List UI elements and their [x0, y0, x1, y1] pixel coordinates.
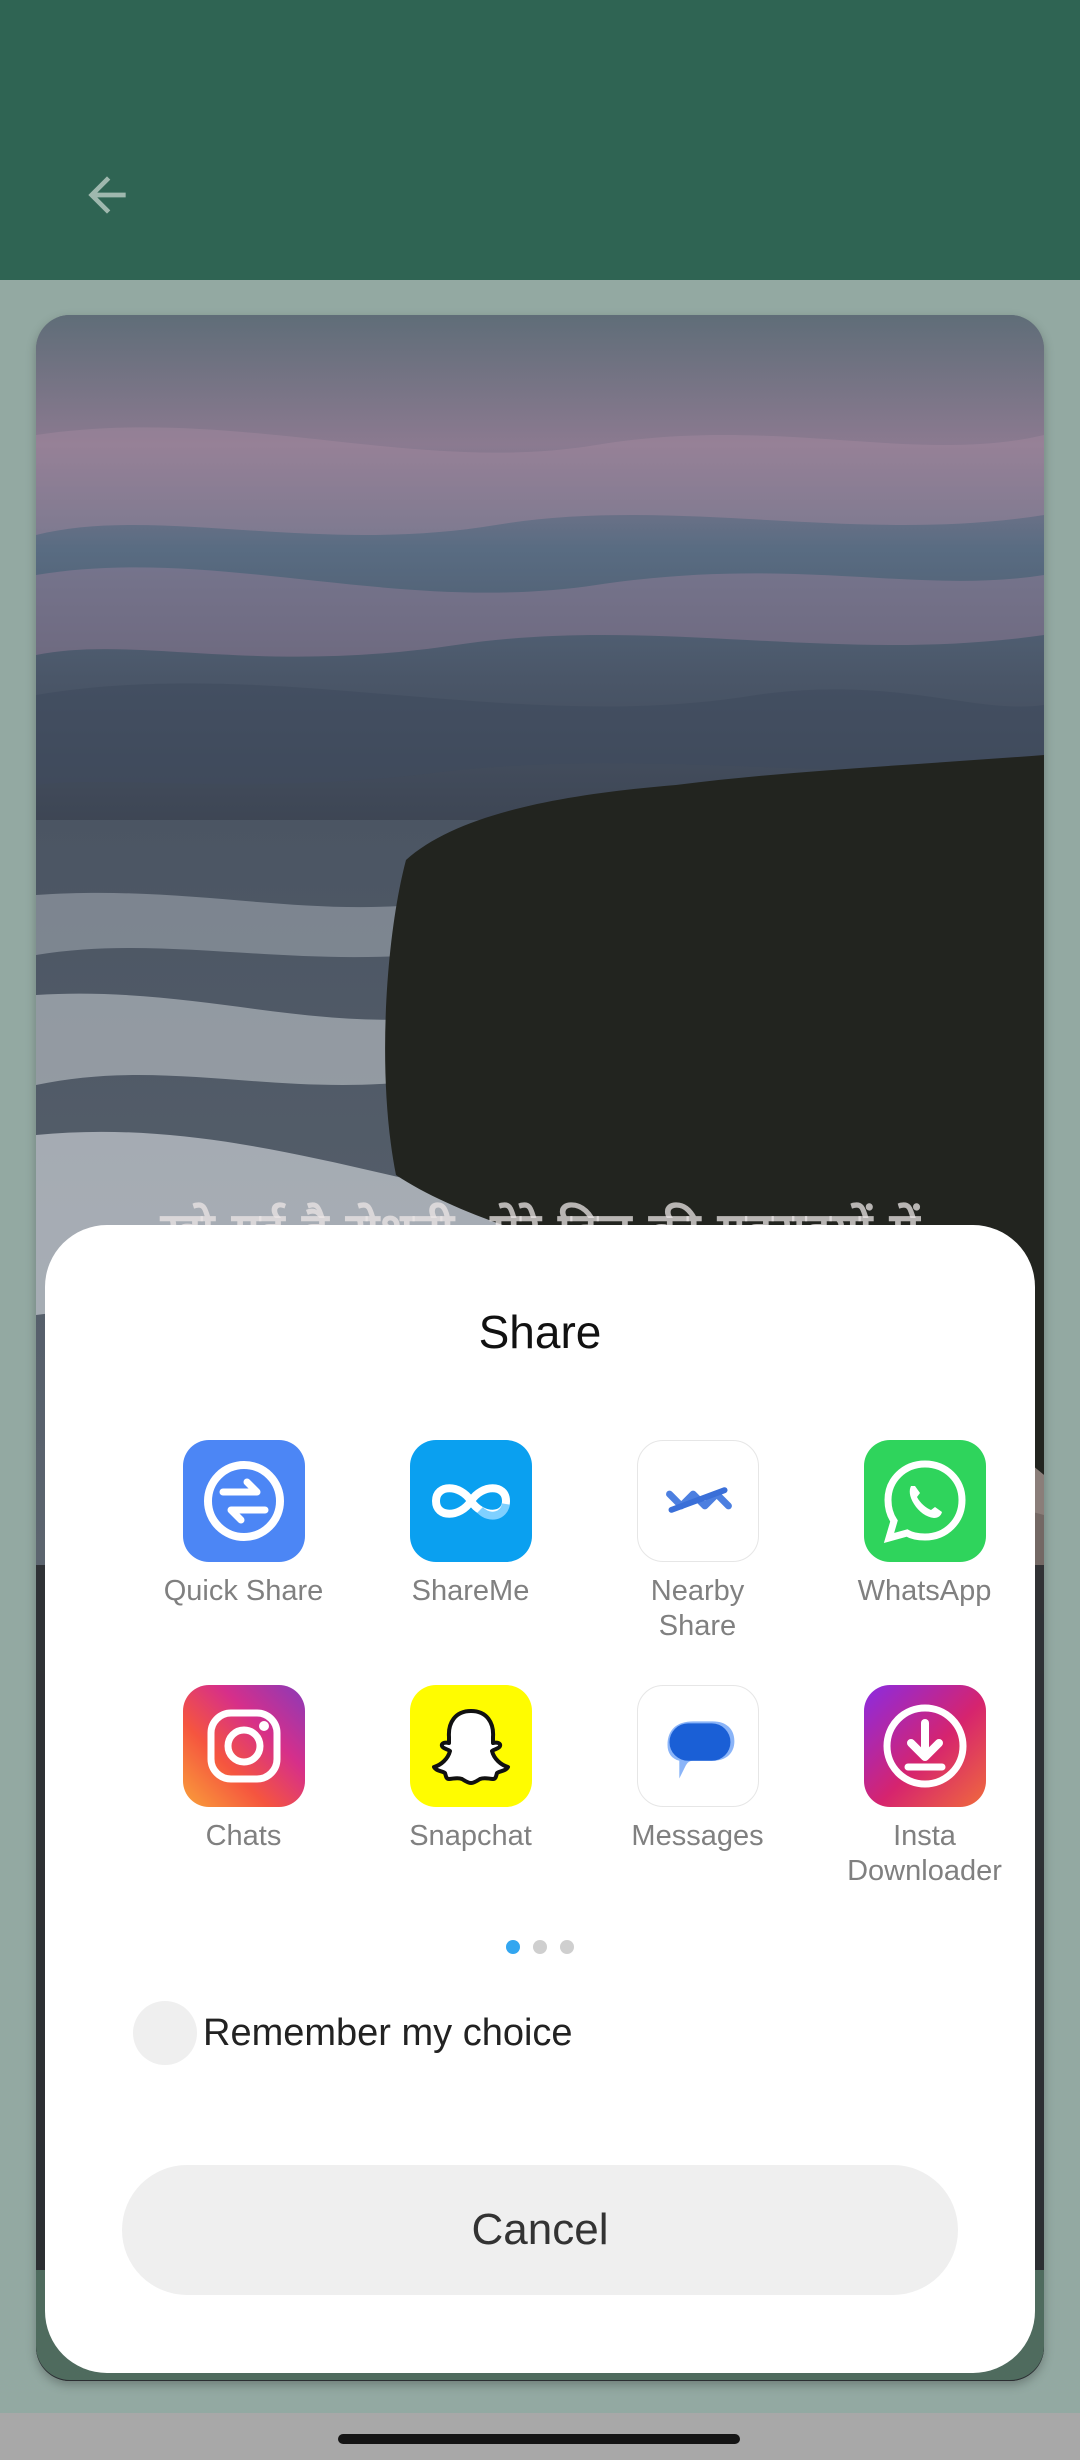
- app-chats[interactable]: Chats: [130, 1685, 357, 1854]
- nearby-share-icon: [636, 1440, 759, 1562]
- cancel-button[interactable]: Cancel: [122, 2165, 958, 2295]
- app-label: Quick Share: [163, 1575, 324, 1607]
- app-bar: [0, 0, 1080, 280]
- app-messages[interactable]: Messages: [584, 1685, 811, 1854]
- app-nearby-share[interactable]: Nearby Share: [584, 1440, 811, 1644]
- remember-choice-label: Remember my choice: [203, 2011, 573, 2054]
- quick-share-icon: [182, 1440, 305, 1562]
- messages-icon: [636, 1685, 759, 1807]
- app-label: WhatsApp: [857, 1575, 992, 1607]
- page-indicator: [45, 1940, 1035, 1960]
- instagram-icon: [182, 1685, 305, 1807]
- app-whatsapp[interactable]: WhatsApp: [811, 1440, 1038, 1609]
- app-snapchat[interactable]: Snapchat: [357, 1685, 584, 1854]
- insta-downloader-icon: [863, 1685, 986, 1807]
- app-label: ShareMe: [411, 1575, 530, 1607]
- whatsapp-icon: [863, 1440, 986, 1562]
- back-button[interactable]: [62, 150, 152, 240]
- app-insta-downloader[interactable]: Insta Downloader: [811, 1685, 1038, 1889]
- app-shareme[interactable]: ShareMe: [357, 1440, 584, 1609]
- arrow-left-icon: [88, 176, 126, 214]
- shareme-icon: [409, 1440, 532, 1562]
- home-indicator[interactable]: [338, 2434, 740, 2444]
- app-label: Messages: [631, 1820, 764, 1852]
- snapchat-icon: [409, 1685, 532, 1807]
- app-label: Nearby Share: [650, 1575, 745, 1642]
- page-dot-active[interactable]: [506, 1940, 520, 1954]
- share-sheet: Share Quick Share ShareMe Nearby Share W…: [45, 1225, 1035, 2373]
- page-dot[interactable]: [533, 1940, 547, 1954]
- remember-choice-row[interactable]: Remember my choice: [133, 2000, 573, 2066]
- sheet-title: Share: [478, 1306, 602, 1358]
- app-label: Snapchat: [409, 1820, 532, 1852]
- remember-choice-checkbox[interactable]: [133, 2001, 197, 2065]
- page-dot[interactable]: [560, 1940, 574, 1954]
- app-label: Insta Downloader: [847, 1820, 1002, 1887]
- app-label: Chats: [205, 1820, 282, 1852]
- app-quick-share[interactable]: Quick Share: [130, 1440, 357, 1609]
